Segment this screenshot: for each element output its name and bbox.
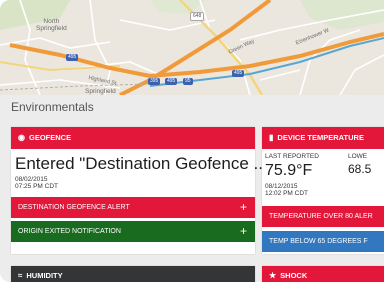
shock-card: ★ SHOCK — [262, 266, 384, 282]
lowest-value: 68.5 — [348, 162, 372, 176]
temperature-time: 12:02 PM CDT — [265, 190, 308, 197]
last-reported-label: LAST REPORTED — [265, 153, 319, 160]
screen: North Springfield Springfield Highland S… — [0, 0, 384, 282]
device-temperature-card-title: DEVICE TEMPERATURE — [277, 133, 364, 142]
alert-row-temp-below[interactable]: TEMP BELOW 65 DEGREES F — [262, 231, 384, 252]
lowest-label: LOWE — [348, 153, 368, 160]
alert-row-origin[interactable]: ORIGIN EXITED NOTIFICATION + — [11, 221, 255, 242]
device-temperature-card: ▮ DEVICE TEMPERATURE LAST REPORTED 75.9°F… — [262, 127, 384, 254]
location-pin-icon: ◉ — [18, 133, 25, 142]
humidity-card-header: ≈ HUMIDITY — [11, 266, 255, 282]
humidity-card: ≈ HUMIDITY — [11, 266, 255, 282]
map-label-springfield: Springfield — [85, 88, 116, 95]
highway-shield: 495 — [232, 70, 245, 77]
geofence-event: Entered "Destination Geofence ... — [15, 154, 268, 173]
add-icon[interactable]: + — [240, 221, 247, 242]
geofence-card: ◉ GEOFENCE Entered "Destination Geofence … — [11, 127, 268, 254]
alert-label: TEMPERATURE OVER 80 ALER — [269, 213, 373, 220]
environmentals-panel: Environmentals ◉ GEOFENCE Entered "Destin… — [0, 95, 384, 282]
map-label-north-springfield: North Springfield — [36, 18, 67, 32]
device-temperature-card-header: ▮ DEVICE TEMPERATURE — [262, 127, 384, 149]
section-title: Environmentals — [11, 100, 94, 114]
highway-shield: 495 — [66, 54, 79, 61]
add-icon[interactable]: + — [240, 197, 247, 218]
thermometer-icon: ▮ — [269, 133, 274, 142]
geofence-card-header: ◉ GEOFENCE — [11, 127, 255, 149]
alert-row-destination[interactable]: DESTINATION GEOFENCE ALERT + — [11, 197, 255, 218]
highway-shield: 395 — [148, 78, 161, 85]
alert-label: TEMP BELOW 65 DEGREES F — [269, 238, 368, 245]
alert-row-temp-over[interactable]: TEMPERATURE OVER 80 ALER — [262, 206, 384, 227]
highway-shield: 648 — [190, 12, 205, 21]
humidity-icon: ≈ — [18, 271, 23, 280]
geofence-time: 07:25 PM CDT — [15, 183, 58, 190]
last-reported-value: 75.9°F — [265, 162, 313, 179]
shock-card-title: SHOCK — [280, 271, 308, 280]
alert-label: DESTINATION GEOFENCE ALERT — [18, 204, 130, 211]
highway-shield: 495 — [165, 78, 178, 85]
alert-label: ORIGIN EXITED NOTIFICATION — [18, 228, 121, 235]
geofence-date: 08/02/2015 — [15, 176, 48, 183]
geofence-card-title: GEOFENCE — [28, 133, 72, 142]
map-view[interactable]: North Springfield Springfield Highland S… — [0, 0, 384, 95]
shock-card-header: ★ SHOCK — [262, 266, 384, 282]
humidity-card-title: HUMIDITY — [26, 271, 63, 280]
highway-shield: 95 — [183, 78, 193, 85]
temperature-date: 08/12/2015 — [265, 183, 298, 190]
shock-icon: ★ — [269, 271, 277, 280]
